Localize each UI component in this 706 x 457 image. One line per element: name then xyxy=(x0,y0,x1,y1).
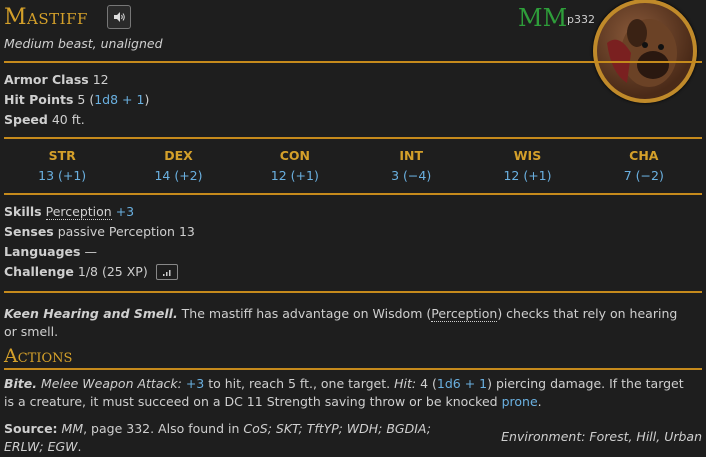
creature-type: Medium beast, unaligned xyxy=(4,36,163,51)
actions-heading: Actions xyxy=(4,345,73,367)
ability-headers: STR DEX CON INT WIS CHA xyxy=(4,148,702,163)
prone-condition-link[interactable]: prone xyxy=(502,394,538,409)
divider xyxy=(4,368,702,370)
ability-con-label[interactable]: CON xyxy=(237,148,353,163)
speed: Speed 40 ft. xyxy=(4,112,85,127)
source-footer: Source: MM, page 332. Also found in CoS;… xyxy=(4,421,431,454)
mastiff-portrait-icon xyxy=(607,19,677,87)
trait-keen-senses: Keen Hearing and Smell. The mastiff has … xyxy=(4,306,678,339)
skill-perception-link[interactable]: Perception xyxy=(45,204,112,220)
ability-dex-label[interactable]: DEX xyxy=(120,148,236,163)
senses: Senses passive Perception 13 xyxy=(4,224,195,239)
divider xyxy=(4,61,702,63)
challenge: Challenge 1/8 (25 XP) xyxy=(4,263,178,281)
action-bite: Bite. Melee Weapon Attack: +3 to hit, re… xyxy=(4,376,684,409)
divider xyxy=(4,193,702,195)
divider xyxy=(4,291,702,293)
ability-str-value[interactable]: 13 (+1) xyxy=(4,168,120,183)
environment: Environment: Forest, Hill, Urban xyxy=(501,429,702,444)
source-book-link[interactable]: MM xyxy=(518,4,567,32)
ability-wis-value[interactable]: 12 (+1) xyxy=(469,168,585,183)
source-page: p332 xyxy=(567,13,595,26)
ability-int-label[interactable]: INT xyxy=(353,148,469,163)
skill-roll-link[interactable]: +3 xyxy=(116,204,134,219)
damage-roll-link[interactable]: 1d6 + 1 xyxy=(437,376,487,391)
ability-dex-value[interactable]: 14 (+2) xyxy=(120,168,236,183)
signal-bars-icon xyxy=(162,269,171,276)
skills: Skills Perception +3 xyxy=(4,204,135,220)
ability-str-label[interactable]: STR xyxy=(4,148,120,163)
attack-roll-link[interactable]: +3 xyxy=(186,376,204,391)
languages: Languages — xyxy=(4,244,97,259)
pronounce-button[interactable] xyxy=(107,5,131,29)
statblock: Mastiff MM p332 Medium beast, unaligned … xyxy=(4,0,702,454)
source-book[interactable]: MM xyxy=(62,421,84,436)
cr-scaler-button[interactable] xyxy=(155,263,178,280)
perception-link[interactable]: Perception xyxy=(431,306,498,322)
creature-token-image[interactable] xyxy=(593,0,697,103)
divider xyxy=(4,137,702,139)
hp-roll-link[interactable]: 1d8 + 1 xyxy=(94,92,144,107)
armor-class: Armor Class 12 xyxy=(4,72,109,87)
speaker-icon xyxy=(114,12,125,22)
ability-con-value[interactable]: 12 (+1) xyxy=(237,168,353,183)
ability-int-value[interactable]: 3 (−4) xyxy=(353,168,469,183)
ability-wis-label[interactable]: WIS xyxy=(469,148,585,163)
hit-points: Hit Points 5 (1d8 + 1) xyxy=(4,92,150,107)
ability-values: 13 (+1) 14 (+2) 12 (+1) 3 (−4) 12 (+1) 7… xyxy=(4,168,702,183)
ability-cha-label[interactable]: CHA xyxy=(586,148,702,163)
creature-name: Mastiff xyxy=(4,5,88,30)
ability-cha-value[interactable]: 7 (−2) xyxy=(586,168,702,183)
